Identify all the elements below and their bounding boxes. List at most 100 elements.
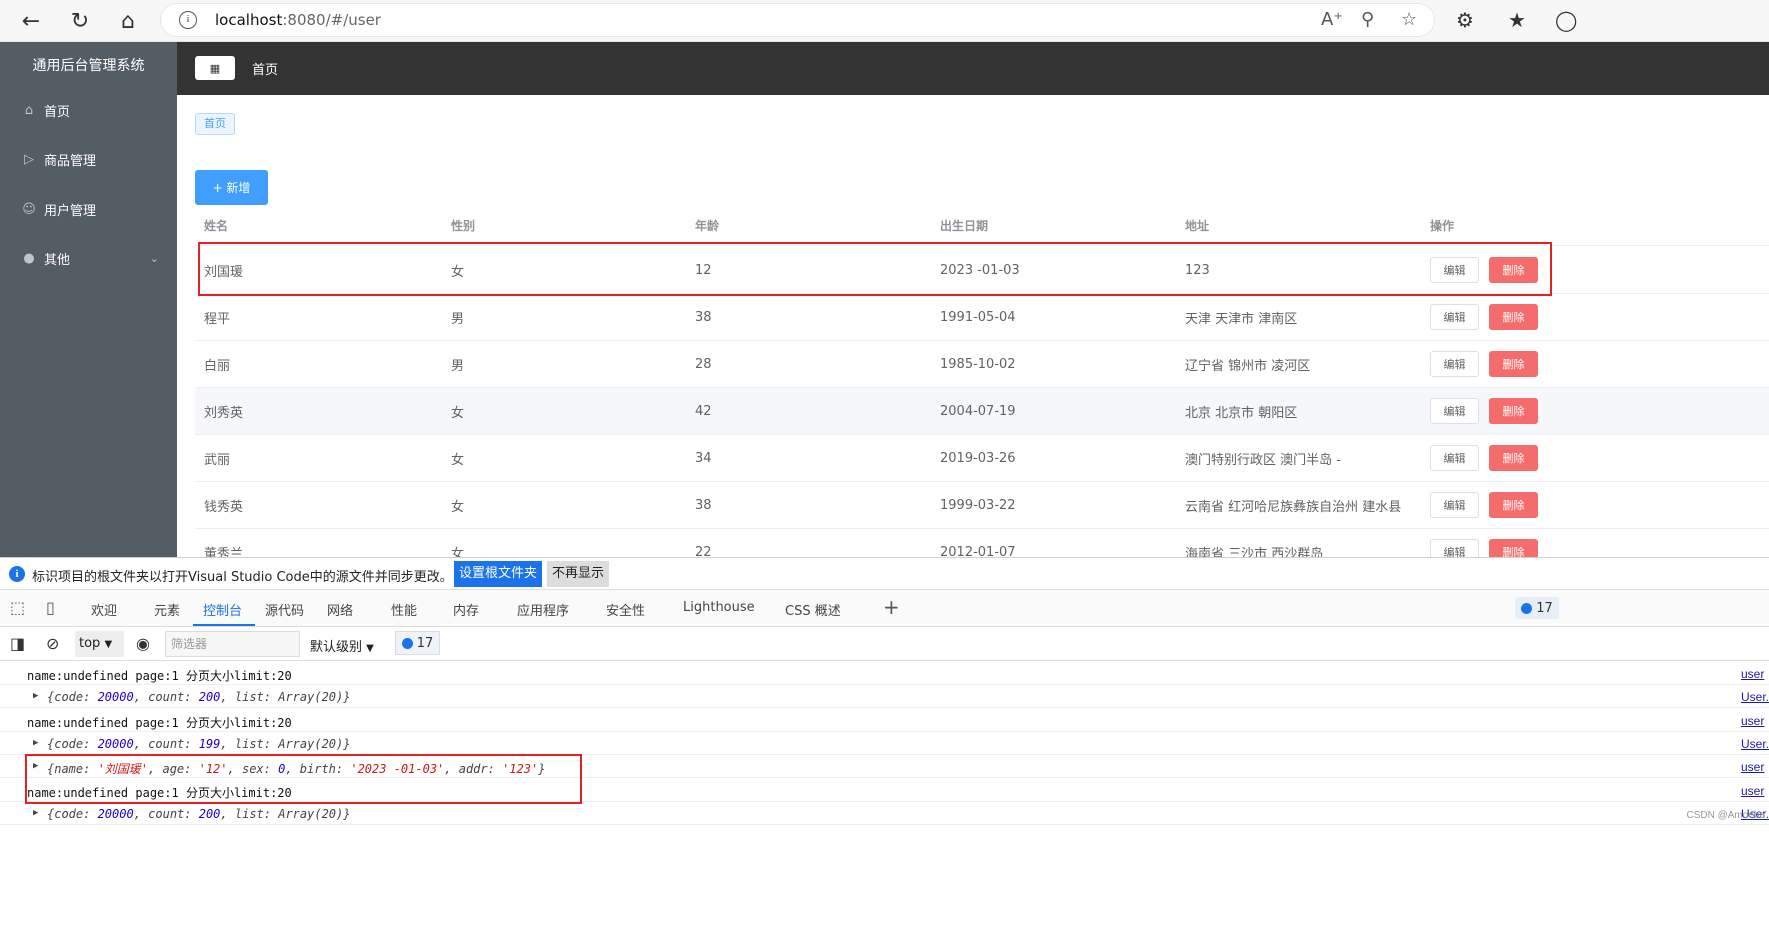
context-select[interactable]: top ▼ — [75, 631, 124, 657]
sidebar-item-users[interactable]: ☺ 用户管理 — [0, 189, 177, 229]
edit-button[interactable]: 编辑 — [1430, 351, 1479, 377]
delete-button[interactable]: 删除 — [1489, 351, 1538, 377]
favorites-icon[interactable]: ★ — [1508, 8, 1526, 32]
address-bar[interactable]: i localhost:8080/#/user A⁺ ⚲ ☆ — [160, 3, 1435, 37]
set-root-folder-button[interactable]: 设置根文件夹 — [454, 561, 543, 587]
delete-button[interactable]: 删除 — [1489, 492, 1538, 518]
source-link[interactable]: user — [1741, 784, 1769, 798]
column-header: 年龄 — [695, 219, 720, 233]
sidebar-item-products[interactable]: ▷ 商品管理 — [0, 139, 177, 179]
column-header: 性别 — [451, 219, 476, 233]
breadcrumb[interactable]: 首页 — [252, 59, 278, 78]
url-text[interactable]: localhost:8080/#/user — [215, 11, 381, 29]
punct: {code: — [47, 806, 98, 821]
devtools-tab[interactable]: 内存 — [453, 600, 479, 619]
console-toolbar: ◨ ⊘ top ▼ ◉ 筛选器 默认级别 ▼ 17 — [0, 627, 1769, 661]
punct: , count: — [133, 806, 199, 821]
source-link[interactable]: user — [1741, 760, 1769, 774]
expand-triangle-icon[interactable]: ▶ — [33, 691, 38, 701]
shield-icon[interactable]: ◯ — [1555, 8, 1577, 32]
site-info-icon[interactable]: i — [179, 11, 197, 29]
expand-triangle-icon[interactable]: ▶ — [33, 761, 38, 771]
sidebar-item-home[interactable]: ⌂ 首页 — [0, 90, 177, 130]
edit-button[interactable]: 编辑 — [1430, 445, 1479, 471]
console-object[interactable]: {code: 20000, count: 200, list: Array(20… — [47, 690, 350, 704]
issues-count[interactable]: 17 — [395, 631, 440, 655]
console-object[interactable]: {code: 20000, count: 199, list: Array(20… — [47, 737, 350, 751]
cell-sex: 男 — [451, 358, 465, 374]
message-icon — [401, 637, 413, 649]
devtools-tab[interactable]: 网络 — [327, 600, 353, 619]
devtools-tab[interactable]: 控制台 — [203, 600, 242, 619]
table-header: 姓名 性别 年龄 出生日期 地址 操作 — [195, 206, 1769, 246]
cell-age: 38 — [695, 309, 712, 325]
devtools-tab[interactable]: 元素 — [154, 600, 180, 619]
read-aloud-icon[interactable]: A⁺ — [1321, 9, 1343, 30]
edit-button[interactable]: 编辑 — [1430, 257, 1479, 283]
source-link[interactable]: user — [1741, 667, 1769, 681]
delete-button[interactable]: 删除 — [1489, 304, 1538, 330]
console-object[interactable]: {code: 20000, count: 200, list: Array(20… — [47, 807, 350, 821]
issues-count-value: 17 — [416, 635, 434, 651]
dismiss-notice-button[interactable]: 不再显示 — [547, 561, 610, 587]
source-link[interactable]: User.v — [1741, 690, 1769, 704]
punct: } — [343, 736, 351, 751]
collapse-menu-button[interactable]: ▦ — [195, 56, 235, 80]
punct: , age: — [148, 762, 199, 777]
favorite-add-icon[interactable]: ☆ — [1401, 9, 1417, 30]
expand-triangle-icon[interactable]: ▶ — [33, 808, 38, 818]
delete-button[interactable]: 删除 — [1489, 445, 1538, 471]
sidebar-item-label: 其他 — [44, 252, 71, 268]
sidebar-item-other[interactable]: ● 其他 ⌄ — [0, 238, 177, 278]
home-icon[interactable]: ⌂ — [115, 8, 141, 34]
devtools-tab[interactable]: 性能 — [391, 600, 417, 619]
inspect-icon[interactable]: ⬚ — [10, 598, 25, 617]
devtools-tab[interactable]: 应用程序 — [517, 600, 569, 619]
log-level-value: 默认级别 — [310, 640, 363, 655]
filter-input[interactable]: 筛选器 — [165, 631, 300, 657]
add-tab-icon[interactable]: + — [883, 595, 900, 619]
obj-code: 20000 — [97, 806, 134, 821]
add-user-button[interactable]: + 新增 — [195, 170, 268, 205]
devtools-tabs: ⬚ ▯ 欢迎 元素 控制台 源代码 网络 性能 内存 应用程序 安全性 Lighthouse CSS… — [0, 590, 1769, 627]
sidebar-toggle-icon[interactable]: ◨ — [10, 634, 25, 653]
edit-button[interactable]: 编辑 — [1430, 492, 1479, 518]
log-level-select[interactable]: 默认级别 ▼ — [310, 636, 374, 655]
edit-button[interactable]: 编辑 — [1430, 398, 1479, 424]
message-count-badge[interactable]: 17 — [1515, 597, 1559, 619]
cell-addr: 北京 北京市 朝阳区 — [1185, 405, 1298, 421]
cell-addr: 辽宁省 锦州市 凌河区 — [1185, 358, 1311, 374]
back-arrow-icon[interactable]: ← — [18, 8, 44, 34]
devtools-tab[interactable]: 欢迎 — [91, 600, 117, 619]
context-value: top — [79, 636, 101, 651]
console-object[interactable]: {name: '刘国瑗', age: '12', sex: 0, birth: … — [47, 760, 545, 777]
sidebar-item-label: 用户管理 — [44, 203, 97, 219]
info-icon: i — [9, 566, 25, 582]
console-line: ▶ {code: 20000, count: 199, list: Array(2… — [0, 732, 1769, 755]
devtools-tab[interactable]: 源代码 — [265, 600, 304, 619]
cell-name: 程平 — [204, 311, 231, 327]
clear-console-icon[interactable]: ⊘ — [46, 634, 59, 653]
tab-tag-home[interactable]: 首页 — [195, 113, 235, 135]
devtools-tab[interactable]: CSS 概述 — [785, 600, 841, 619]
app-title: 通用后台管理系统 — [32, 58, 145, 74]
grid-icon: ▦ — [209, 61, 221, 75]
cell-age: 34 — [695, 450, 712, 466]
device-toolbar-icon[interactable]: ▯ — [46, 598, 55, 617]
source-link[interactable]: user — [1741, 714, 1769, 728]
devtools-tab[interactable]: Lighthouse — [683, 600, 755, 615]
refresh-icon[interactable]: ↻ — [67, 8, 93, 34]
extensions-icon[interactable]: ⚙ — [1456, 8, 1474, 32]
cell-age: 38 — [695, 497, 712, 513]
cell-birth: 1999-03-22 — [940, 497, 1016, 513]
delete-button[interactable]: 删除 — [1489, 398, 1538, 424]
cell-name: 白丽 — [204, 358, 231, 374]
eye-icon[interactable]: ◉ — [136, 634, 150, 653]
delete-button[interactable]: 删除 — [1489, 257, 1538, 283]
column-header: 地址 — [1185, 219, 1210, 233]
expand-triangle-icon[interactable]: ▶ — [33, 738, 38, 748]
zoom-icon[interactable]: ⚲ — [1361, 9, 1374, 30]
source-link[interactable]: User.v — [1741, 737, 1769, 751]
devtools-tab[interactable]: 安全性 — [606, 600, 645, 619]
edit-button[interactable]: 编辑 — [1430, 304, 1479, 330]
